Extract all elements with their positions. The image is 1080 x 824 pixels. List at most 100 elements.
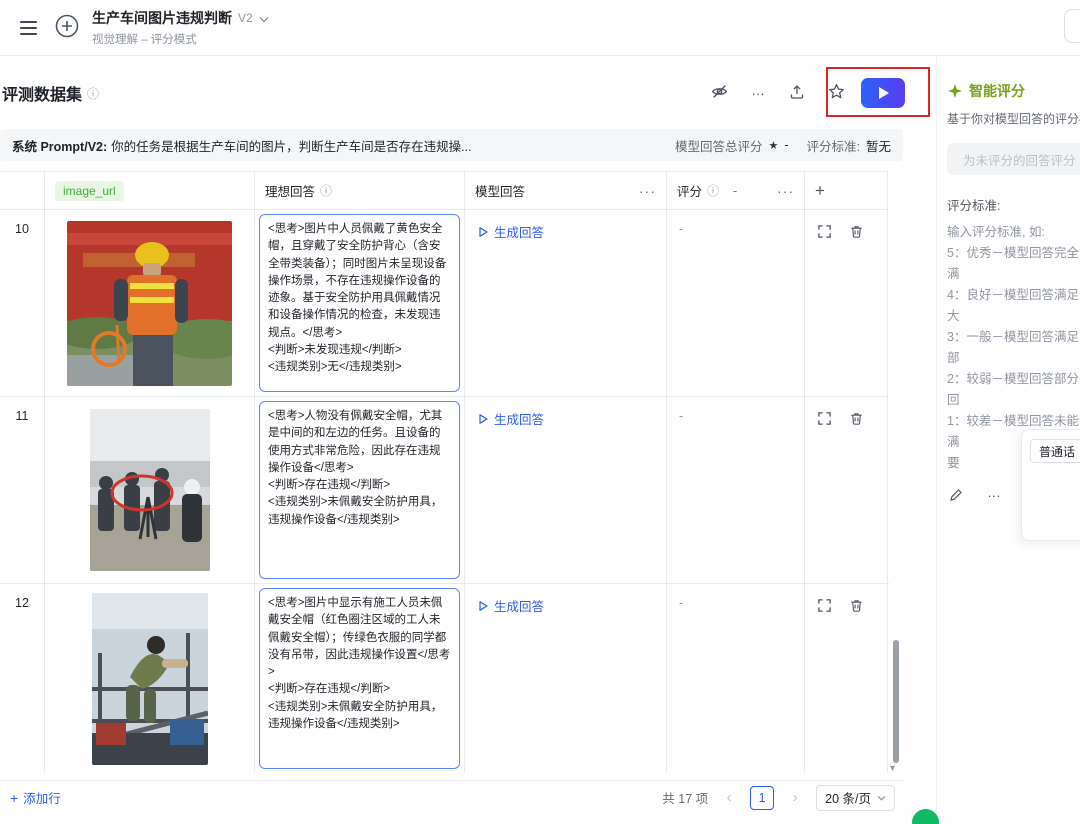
delete-row-button[interactable] (847, 222, 865, 240)
language-popup: 普通话 (1021, 429, 1080, 541)
sparkle-icon (947, 83, 963, 99)
ellipsis-icon: ··· (751, 86, 764, 101)
column-more-button[interactable]: ··· (639, 183, 656, 199)
dataset-header: 评测数据集 ⓘ ··· (2, 75, 905, 111)
vertical-scrollbar[interactable]: ▾ (893, 175, 899, 774)
criteria-label: 评分标准: (807, 136, 860, 155)
system-prompt-bar[interactable]: 系统 Prompt/V2: 你的任务是根据生产车间的图片，判断生产车间是否存在违… (0, 129, 903, 161)
system-prompt-label: 系统 Prompt/V2: (12, 136, 107, 155)
column-more-button[interactable]: ··· (777, 183, 794, 199)
info-icon: ⓘ (707, 182, 719, 199)
expand-row-button[interactable] (815, 409, 833, 427)
image-url-tag: image_url (55, 181, 124, 201)
generate-answer-button[interactable]: 生成回答 (477, 409, 544, 428)
model-answer-label: 模型回答 (475, 181, 525, 200)
current-page[interactable]: 1 (750, 786, 774, 810)
row-index: 11 (16, 397, 29, 423)
play-outline-icon (477, 226, 489, 238)
image-cell[interactable] (45, 584, 255, 772)
ideal-answer-cell[interactable]: <思考>人物没有佩戴安全帽，尤其是中间的和左边的任务。且设备的使用方式非常危险，… (259, 401, 460, 579)
generate-answer-button[interactable]: 生成回答 (477, 596, 544, 615)
menu-icon[interactable] (14, 13, 44, 43)
ideal-answer-label: 理想回答 (265, 181, 315, 200)
image-cell[interactable] (45, 210, 255, 396)
score-value: - (679, 596, 683, 610)
smart-score-panel: 智能评分 基于你对模型回答的评分标准， 为未评分的回答评分 评分标准: 输入评分… (936, 57, 1080, 824)
ideal-answer-cell[interactable]: <思考>图片中人员佩戴了黄色安全帽，且穿戴了安全防护背心（含安全带类装备）；同时… (259, 214, 460, 392)
score-unrated-button[interactable]: 为未评分的回答评分 (947, 143, 1080, 175)
add-column-header: + (805, 172, 888, 209)
table-row: 11 < (0, 397, 889, 584)
info-icon: ⓘ (87, 85, 99, 102)
chevron-down-icon[interactable] (259, 11, 269, 26)
criteria-more-button[interactable]: ··· (985, 486, 1003, 504)
upload-button[interactable] (783, 79, 811, 107)
row-photo-scaffolding (92, 593, 208, 765)
delete-row-button[interactable] (847, 409, 865, 427)
next-page-button[interactable]: › (784, 787, 806, 809)
topbar-cut-button[interactable] (1064, 9, 1080, 43)
ideal-answer-cell[interactable]: <思考>图片中显示有施工人员未佩戴安全帽（红色圈注区域的工人未佩戴安全帽）；传绿… (259, 588, 460, 769)
version-label: V2 (238, 11, 253, 25)
app-title-block: 生产车间图片违规判断 V2 视觉理解 – 评分模式 (92, 8, 269, 47)
model-answer-header[interactable]: 模型回答 ··· (465, 172, 667, 209)
scrollbar-thumb[interactable] (893, 640, 899, 763)
image-column-header[interactable]: image_url (45, 172, 255, 209)
circle-plus-icon[interactable] (54, 13, 80, 42)
smart-score-title: 智能评分 (947, 81, 1080, 101)
expand-icon (817, 224, 832, 239)
page-title: 生产车间图片违规判断 (92, 8, 232, 28)
play-icon (879, 87, 889, 99)
more-actions-button[interactable]: ··· (744, 79, 772, 107)
delete-row-button[interactable] (847, 596, 865, 614)
table-footer: + 添加行 共 17 项 ‹ 1 › 20 条/页 (0, 780, 903, 814)
pagination: 共 17 项 ‹ 1 › 20 条/页 (662, 785, 895, 811)
expand-icon (817, 411, 832, 426)
table-row: 10 (0, 210, 889, 397)
chevron-down-icon (877, 795, 886, 801)
upload-icon (789, 84, 805, 103)
expand-icon (817, 598, 832, 613)
page-size-select[interactable]: 20 条/页 (816, 785, 895, 811)
ideal-answer-header[interactable]: 理想回答 ⓘ (255, 172, 465, 209)
criteria-label: 评分标准: (947, 195, 1080, 214)
row-photo-worker-vest (67, 221, 232, 386)
dataset-toolbar: ··· (705, 78, 905, 108)
star-icon: ★ (768, 139, 778, 152)
language-select[interactable]: 普通话 (1030, 439, 1080, 463)
score-label: 评分 (677, 181, 702, 200)
play-outline-icon (477, 413, 489, 425)
table-header-row: image_url 理想回答 ⓘ 模型回答 ··· 评分 ⓘ - ··· + (0, 172, 889, 210)
image-cell[interactable] (45, 397, 255, 583)
dataset-table: image_url 理想回答 ⓘ 模型回答 ··· 评分 ⓘ - ··· + 1… (0, 171, 889, 772)
scrollbar-arrow-icon[interactable]: ▾ (890, 763, 895, 774)
table-row: 12 (0, 584, 889, 772)
trash-icon (849, 411, 864, 426)
row-number-header (0, 172, 45, 209)
edit-criteria-button[interactable] (947, 486, 965, 504)
row-index: 12 (15, 584, 29, 610)
criteria-value: 暂无 (866, 136, 891, 155)
add-row-button[interactable]: + 添加行 (10, 788, 61, 807)
hide-column-button[interactable] (705, 79, 733, 107)
add-column-button[interactable]: + (815, 182, 825, 199)
trash-icon (849, 598, 864, 613)
star-icon (828, 83, 845, 103)
row-index: 10 (15, 210, 29, 236)
generate-answer-button[interactable]: 生成回答 (477, 222, 544, 241)
pencil-icon (949, 488, 963, 502)
expand-row-button[interactable] (815, 596, 833, 614)
main-area: 评测数据集 ⓘ ··· (0, 57, 935, 824)
trash-icon (849, 224, 864, 239)
smart-score-subtitle: 基于你对模型回答的评分标准， (947, 110, 1080, 127)
run-button[interactable] (861, 78, 905, 108)
favorite-button[interactable] (822, 79, 850, 107)
score-value: - (679, 409, 683, 423)
score-header[interactable]: 评分 ⓘ - ··· (667, 172, 805, 209)
prev-page-button[interactable]: ‹ (718, 787, 740, 809)
mode-subtitle: 视觉理解 – 评分模式 (92, 31, 269, 47)
play-outline-icon (477, 600, 489, 612)
expand-row-button[interactable] (815, 222, 833, 240)
total-score-value: - (784, 138, 788, 152)
row-photo-workers-outdoor (90, 409, 210, 571)
